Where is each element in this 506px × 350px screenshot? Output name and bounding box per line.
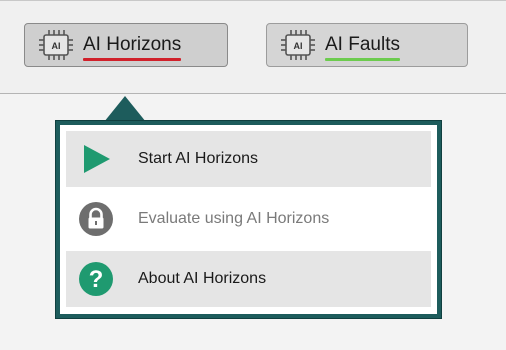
svg-text:?: ? xyxy=(89,266,104,293)
menu-item-label: Evaluate using AI Horizons xyxy=(138,210,330,227)
ai-faults-button[interactable]: AI AI Faults xyxy=(266,23,468,67)
svg-text:AI: AI xyxy=(294,41,303,51)
menu-item-evaluate-ai-horizons[interactable]: Evaluate using AI Horizons xyxy=(66,191,431,247)
ai-chip-icon: AI xyxy=(279,28,317,62)
popup-pointer xyxy=(104,96,146,122)
help-icon: ? xyxy=(74,261,118,297)
ai-chip-icon: AI xyxy=(37,28,75,62)
menu-item-about-ai-horizons[interactable]: ? About AI Horizons xyxy=(66,251,431,307)
menu-item-label: Start AI Horizons xyxy=(138,150,259,167)
ai-horizons-underline xyxy=(83,58,182,61)
ribbon-toolbar: AI AI Horizons AI AI Faults xyxy=(0,0,506,94)
ai-horizons-label: AI Horizons xyxy=(83,34,182,61)
play-icon xyxy=(74,142,118,176)
ai-faults-underline xyxy=(325,58,400,61)
ai-faults-label: AI Faults xyxy=(325,34,400,61)
svg-text:AI: AI xyxy=(52,41,61,51)
ai-horizons-dropdown-menu: Start AI Horizons Evaluate using AI Hori… xyxy=(56,121,441,318)
menu-item-start-ai-horizons[interactable]: Start AI Horizons xyxy=(66,131,431,187)
lock-icon xyxy=(74,201,118,237)
ai-horizons-button[interactable]: AI AI Horizons xyxy=(24,23,228,67)
menu-item-label: About AI Horizons xyxy=(138,270,267,287)
